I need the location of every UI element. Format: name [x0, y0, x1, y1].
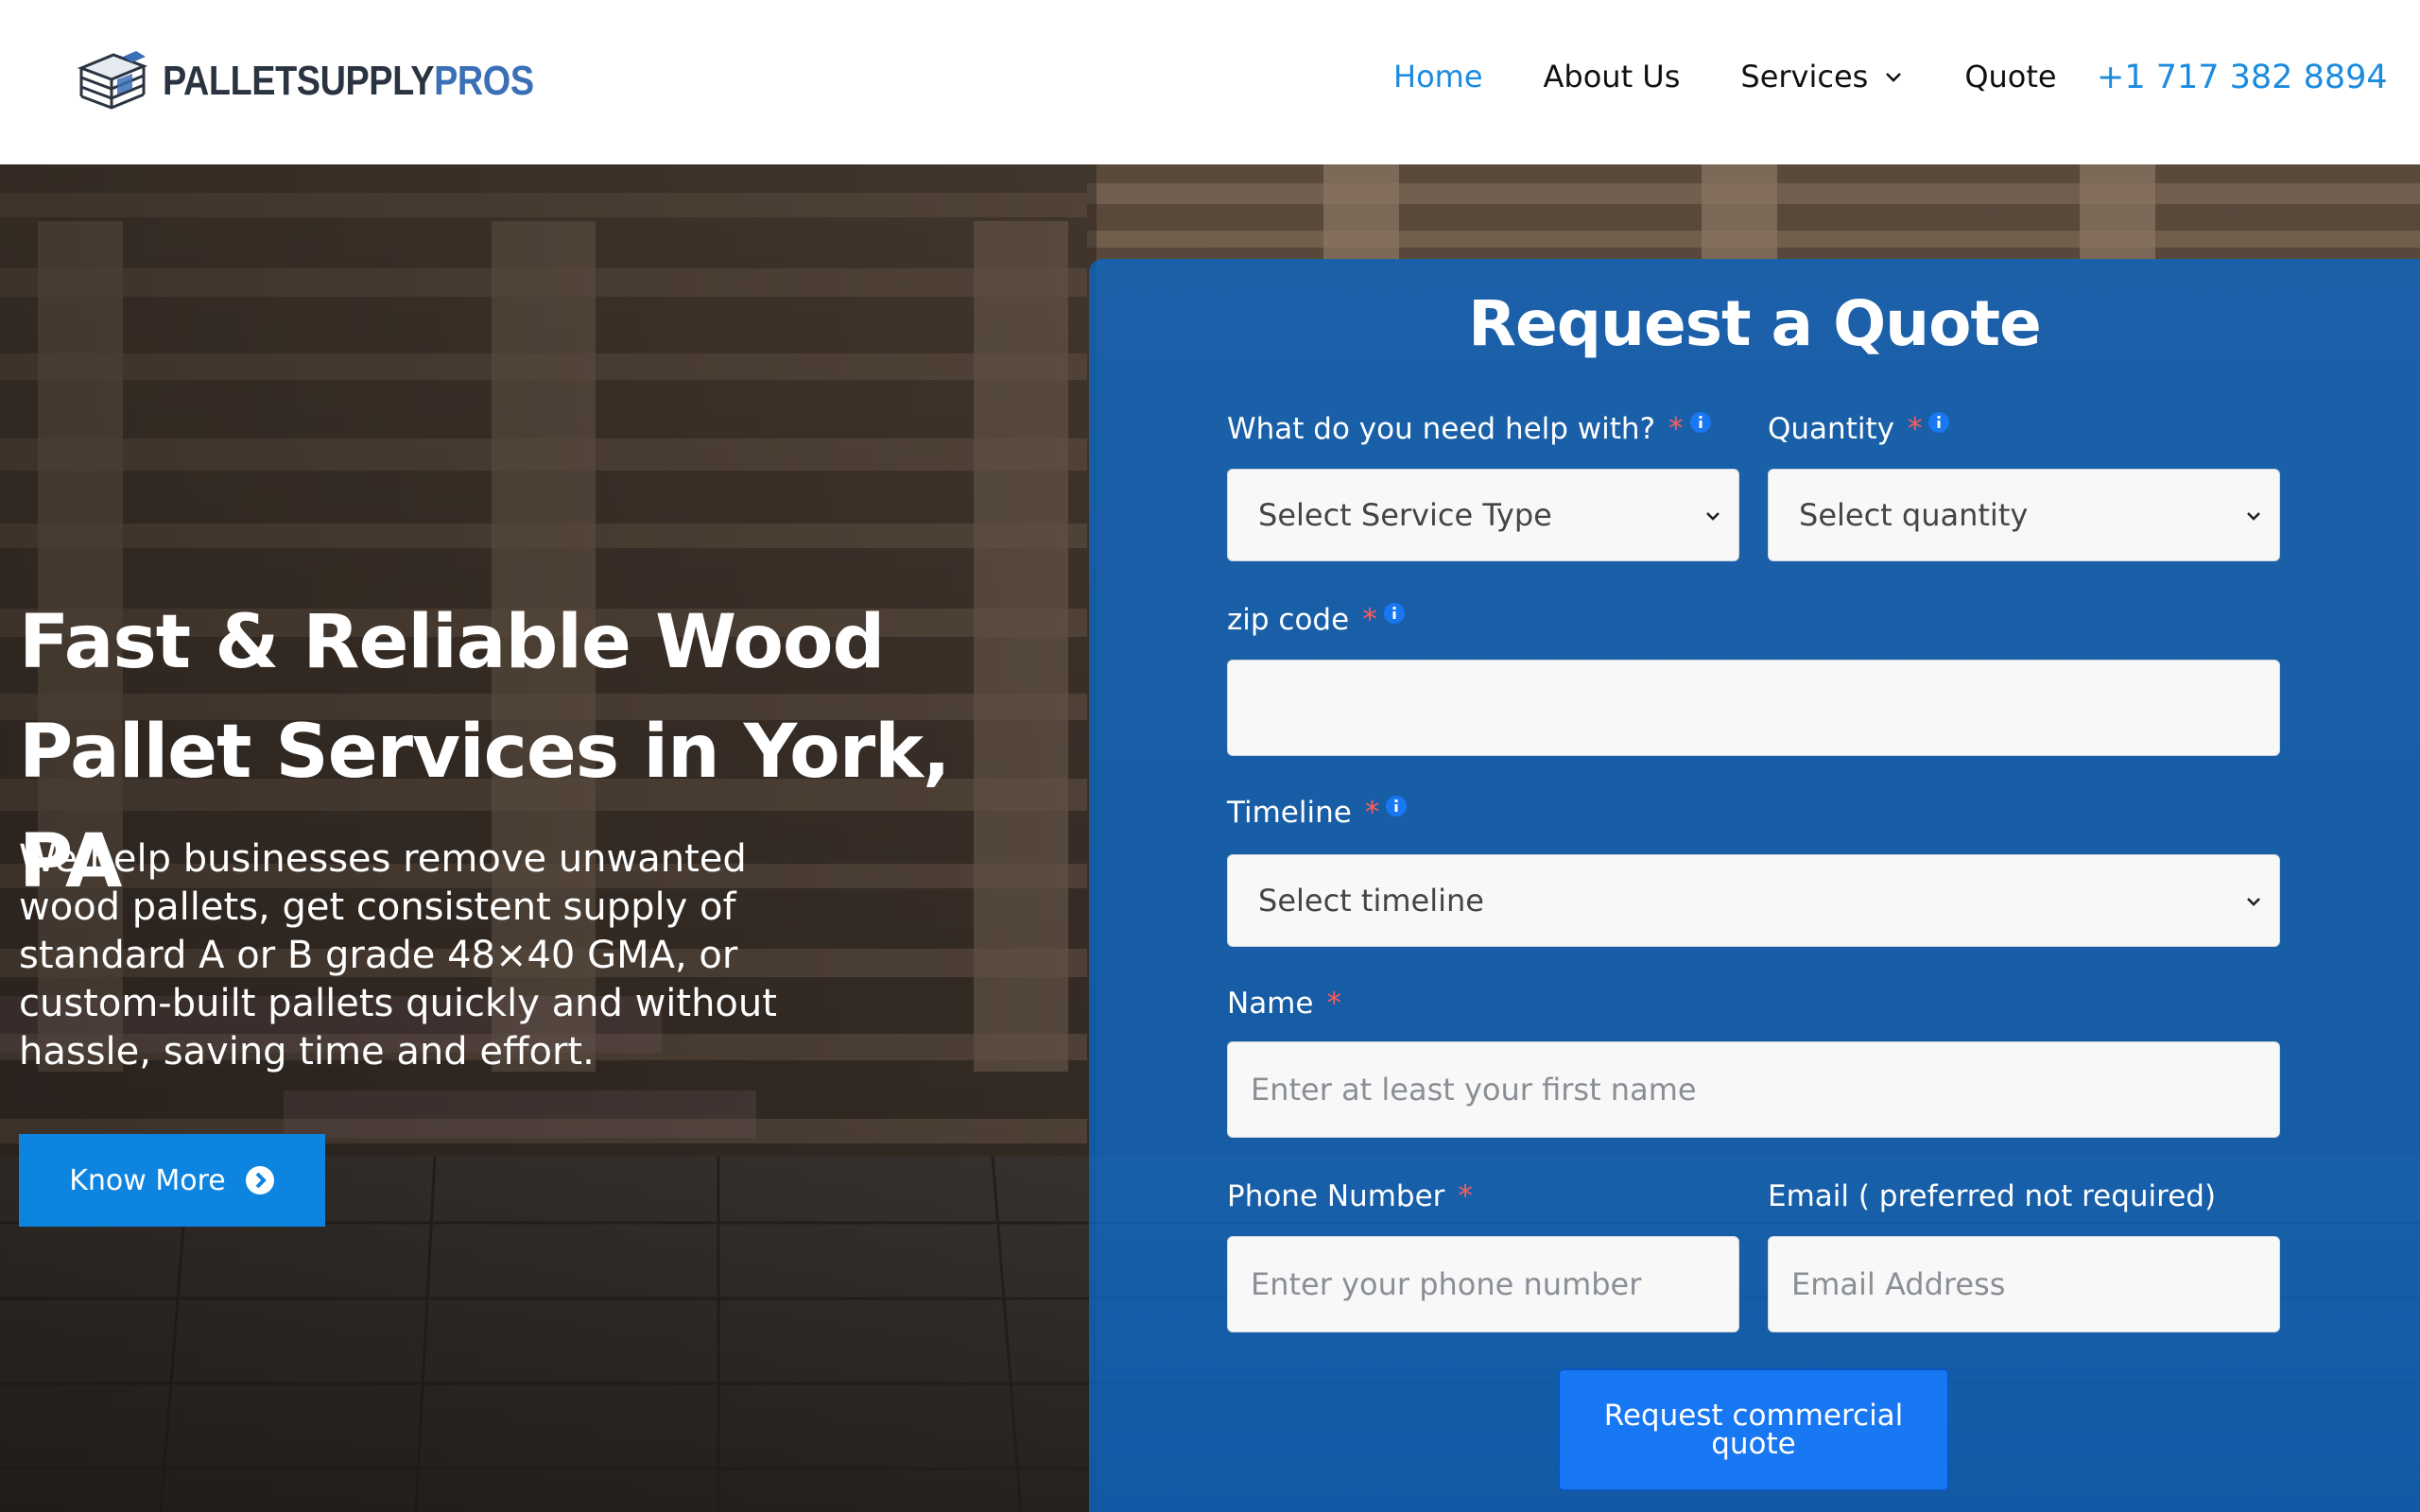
- service-type-value: Select Service Type: [1258, 497, 1552, 533]
- logo-wordmark: PALLETSUPPLY PROS: [163, 58, 534, 105]
- pallet-stack-icon: [77, 51, 148, 110]
- zip-code-input[interactable]: [1227, 660, 2280, 756]
- nav-item-quote[interactable]: Quote: [1964, 59, 2056, 94]
- service-type-label: What do you need help with? *: [1227, 412, 1712, 446]
- chevron-down-icon: [2247, 512, 2260, 521]
- quantity-value: Select quantity: [1799, 497, 2029, 533]
- name-label: Name *: [1227, 987, 1341, 1021]
- service-type-label-text: What do you need help with?: [1227, 412, 1656, 446]
- know-more-label: Know More: [69, 1163, 226, 1197]
- timeline-label-text: Timeline: [1227, 796, 1352, 830]
- zip-code-label-text: zip code: [1227, 603, 1350, 637]
- quantity-select[interactable]: Select quantity: [1768, 469, 2280, 561]
- nav-item-services-label: Services: [1740, 59, 1869, 94]
- quantity-label: Quantity *: [1768, 412, 1950, 446]
- info-icon[interactable]: [1689, 411, 1712, 434]
- info-icon[interactable]: [1927, 411, 1950, 434]
- info-icon[interactable]: [1383, 602, 1406, 625]
- required-marker: *: [1668, 412, 1684, 446]
- phone-link[interactable]: +1 717 382 8894: [2097, 59, 2388, 96]
- nav-item-home[interactable]: Home: [1393, 59, 1483, 94]
- info-icon[interactable]: [1385, 795, 1408, 817]
- required-marker: *: [1458, 1179, 1473, 1213]
- chevron-down-icon: [2247, 898, 2260, 906]
- site-logo[interactable]: PALLETSUPPLY PROS: [76, 47, 595, 115]
- service-type-select[interactable]: Select Service Type: [1227, 469, 1739, 561]
- quantity-label-text: Quantity: [1768, 412, 1894, 446]
- phone-number-label-text: Phone Number: [1227, 1179, 1445, 1213]
- main-nav: Home About Us Services Quote: [1393, 59, 2118, 94]
- quote-form-title: Request a Quote: [1468, 287, 2042, 360]
- arrow-right-circle-icon: [245, 1166, 274, 1194]
- name-placeholder: Enter at least your first name: [1251, 1072, 1697, 1108]
- phone-number-label: Phone Number *: [1227, 1179, 1473, 1213]
- required-marker: *: [1907, 412, 1923, 446]
- email-label-text: Email ( preferred not required): [1768, 1179, 2217, 1213]
- name-input[interactable]: Enter at least your first name: [1227, 1041, 2280, 1138]
- email-placeholder: Email Address: [1791, 1266, 2006, 1302]
- required-marker: *: [1362, 603, 1377, 637]
- required-marker: *: [1364, 796, 1380, 830]
- chevron-down-icon: [1886, 73, 1902, 82]
- site-header: PALLETSUPPLY PROS Home About Us Services …: [0, 0, 2420, 164]
- request-quote-label: Request commercial quote: [1603, 1399, 1904, 1461]
- quote-form-panel: Request a Quote What do you need help wi…: [1089, 259, 2420, 1512]
- chevron-down-icon: [1706, 512, 1720, 521]
- logo-text-dark: PALLETSUPPLY: [163, 58, 435, 104]
- timeline-select[interactable]: Select timeline: [1227, 854, 2280, 947]
- phone-number-placeholder: Enter your phone number: [1251, 1266, 1642, 1302]
- email-label: Email ( preferred not required): [1768, 1179, 2216, 1213]
- name-label-text: Name: [1227, 987, 1314, 1021]
- know-more-button[interactable]: Know More: [19, 1134, 325, 1227]
- logo-text-blue: PROS: [434, 58, 534, 104]
- request-quote-button[interactable]: Request commercial quote: [1558, 1368, 1949, 1491]
- nav-item-about-us[interactable]: About Us: [1544, 59, 1681, 94]
- zip-code-label: zip code *: [1227, 603, 1406, 637]
- required-marker: *: [1326, 987, 1341, 1021]
- phone-number-input[interactable]: Enter your phone number: [1227, 1236, 1739, 1332]
- timeline-value: Select timeline: [1258, 883, 1484, 919]
- nav-item-services[interactable]: Services: [1740, 59, 1904, 94]
- email-input[interactable]: Email Address: [1768, 1236, 2280, 1332]
- hero-subtitle: We help businesses remove unwanted wood …: [19, 837, 777, 1074]
- timeline-label: Timeline *: [1227, 796, 1408, 830]
